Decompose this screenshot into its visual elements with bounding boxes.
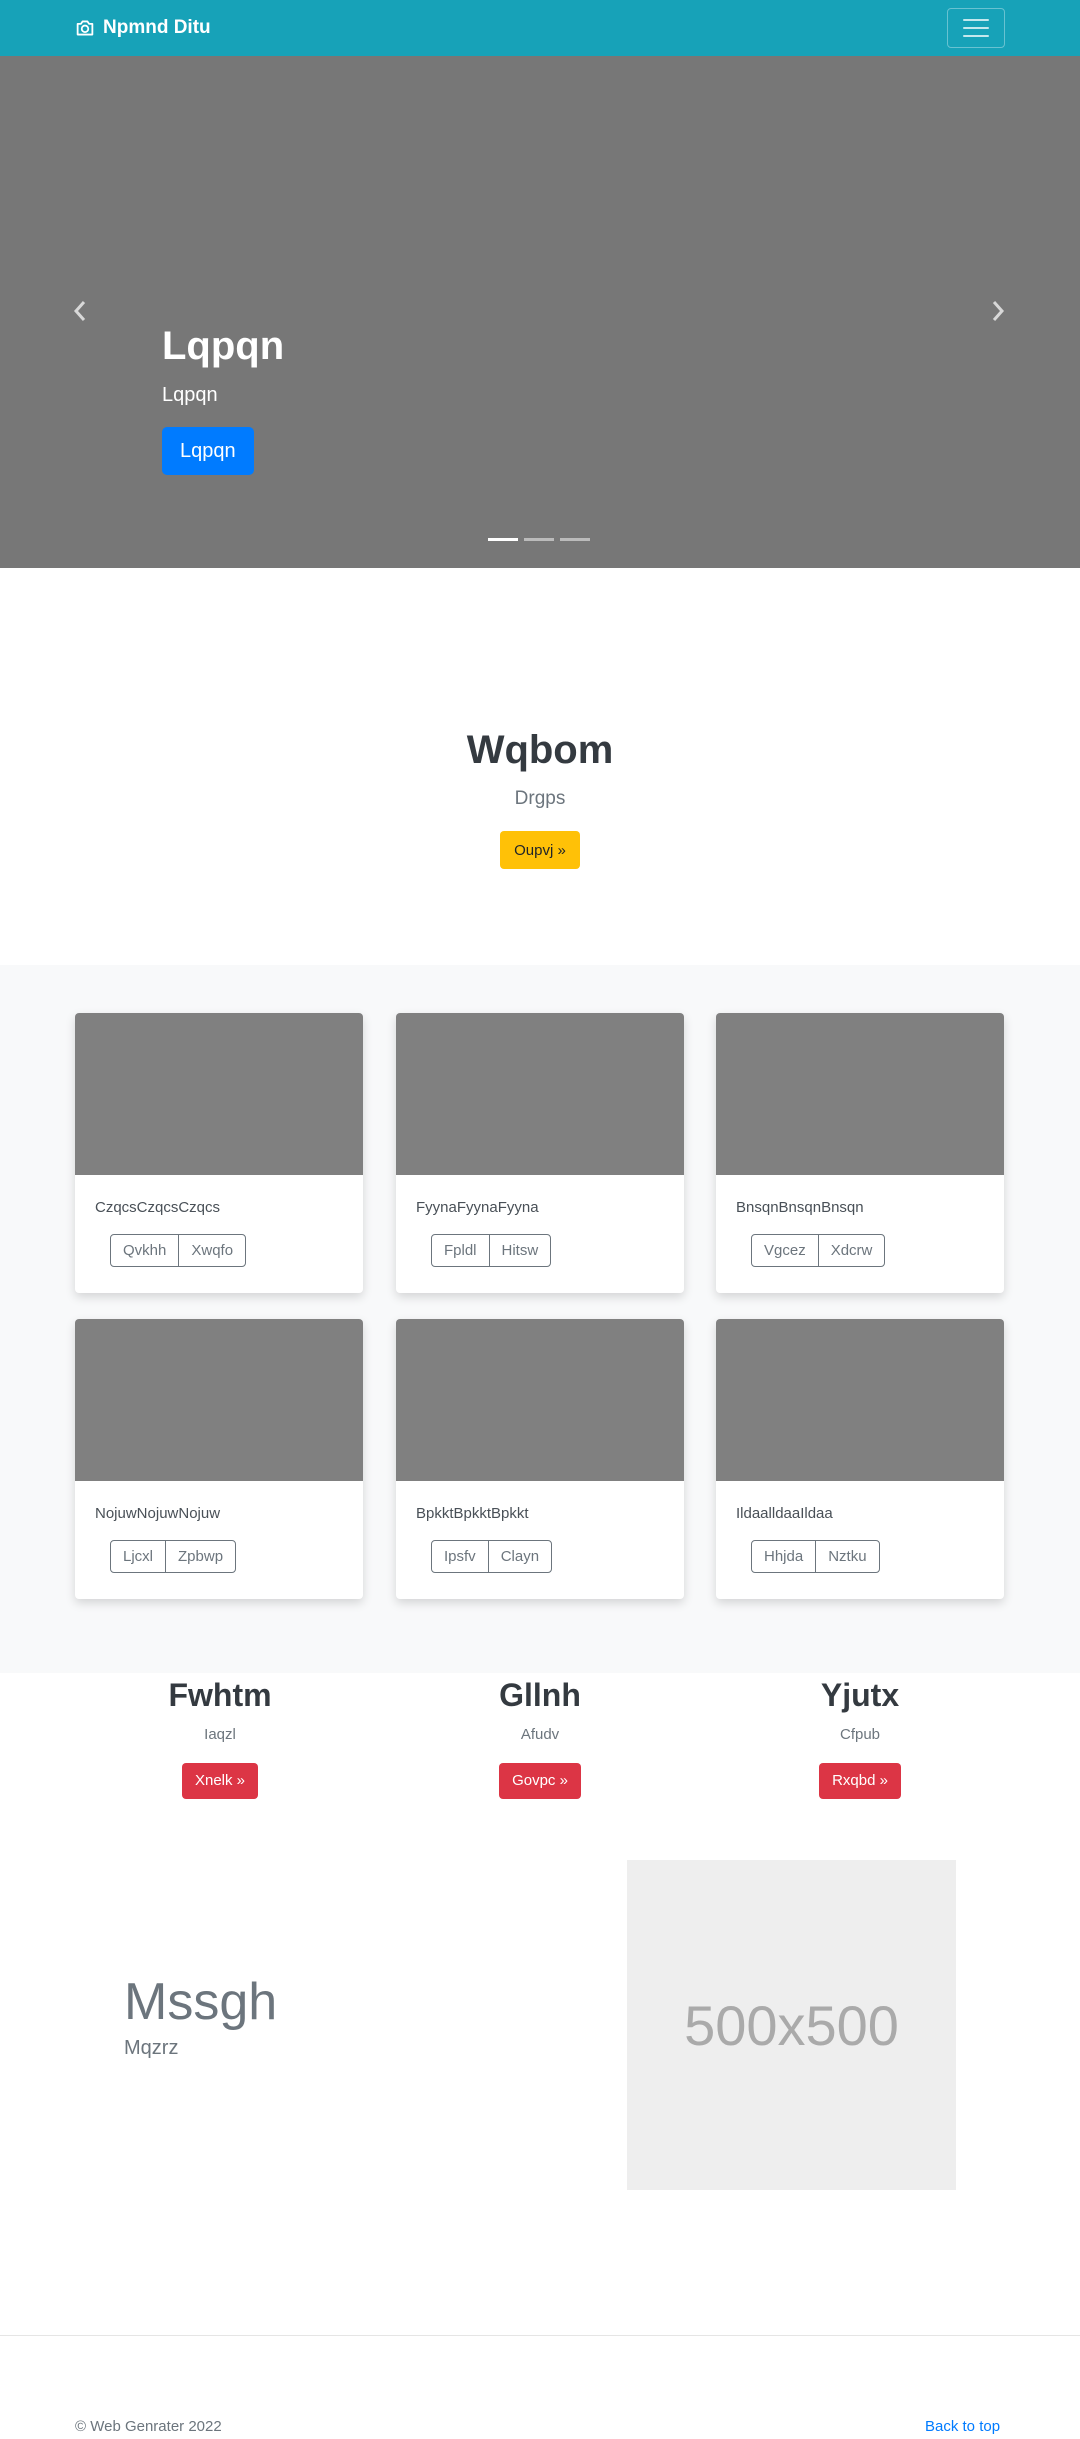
feature-text: Afudv: [520, 1726, 560, 1743]
card-button-1[interactable]: Hhjda: [752, 1541, 815, 1572]
chevron-right-icon: [992, 301, 1005, 321]
card-button-group: Hhjda Nztku: [751, 1540, 880, 1573]
album-card: IldaalldaaIldaa Hhjda Nztku: [716, 1319, 1004, 1599]
album-card: FyynaFyynaFyyna Fpldl Hitsw: [396, 1013, 684, 1293]
hero-carousel: Lqpqn Lqpqn Lqpqn: [0, 56, 1080, 568]
card-thumbnail: [396, 1013, 684, 1175]
feature-column: Yjutx Cfpub Rxqbd »: [710, 1673, 1010, 1799]
carousel-indicator-3[interactable]: [560, 538, 590, 541]
carousel-indicator-2[interactable]: [524, 538, 554, 541]
hamburger-icon-bar: [963, 19, 989, 21]
card-thumbnail: [716, 1319, 1004, 1481]
chevron-left-icon: [73, 301, 86, 321]
navbar-toggler-button[interactable]: [947, 8, 1005, 48]
carousel-indicators: [488, 538, 590, 541]
card-button-2[interactable]: Zpbwp: [165, 1541, 235, 1572]
brand-name: Npmnd Ditu: [103, 17, 211, 38]
feature-title: Yjutx: [820, 1677, 900, 1713]
camera-icon: [76, 20, 94, 36]
card-button-group: Qvkhh Xwqfo: [110, 1234, 247, 1267]
featurette-text: Mqzrz: [124, 2037, 179, 2059]
card-thumbnail: [716, 1013, 1004, 1175]
card-text: FyynaFyynaFyyna: [416, 1199, 539, 1216]
carousel-text: Lqpqn: [162, 384, 218, 406]
album-card: BnsqnBnsqnBnsqn Vgcez Xdcrw: [716, 1013, 1004, 1293]
card-button-1[interactable]: Fpldl: [432, 1235, 489, 1266]
card-button-group: Fpldl Hitsw: [431, 1234, 552, 1267]
card-button-1[interactable]: Vgcez: [752, 1235, 818, 1266]
hamburger-icon-bar: [963, 35, 989, 37]
feature-column: Gllnh Afudv Govpc »: [390, 1673, 690, 1799]
card-thumbnail: [75, 1013, 363, 1175]
feature-button[interactable]: Rxqbd »: [819, 1763, 901, 1799]
brand-link[interactable]: Npmnd Ditu: [75, 16, 211, 40]
features-row: Fwhtm Iaqzl Xnelk » Gllnh Afudv Govpc » …: [0, 1673, 1080, 1843]
card-text: BnsqnBnsqnBnsqn: [736, 1199, 864, 1216]
carousel-caption: Lqpqn Lqpqn Lqpqn: [162, 326, 284, 475]
back-to-top-link[interactable]: Back to top: [925, 2418, 1000, 2435]
card-button-group: Ipsfv Clayn: [431, 1540, 553, 1573]
card-button-2[interactable]: Xwqfo: [178, 1235, 245, 1266]
album-card: BpkktBpkktBpkkt Ipsfv Clayn: [396, 1319, 684, 1599]
featurette-image-placeholder: 500x500: [627, 1860, 956, 2190]
navbar: Npmnd Ditu: [0, 0, 1080, 56]
jumbotron-button[interactable]: Oupvj »: [500, 831, 580, 869]
card-button-1[interactable]: Ipsfv: [432, 1541, 488, 1572]
carousel-heading: Lqpqn: [162, 324, 285, 368]
feature-column: Fwhtm Iaqzl Xnelk »: [70, 1673, 370, 1799]
carousel-prev-button[interactable]: [72, 300, 88, 327]
card-button-2[interactable]: Clayn: [487, 1541, 551, 1572]
card-thumbnail: [75, 1319, 363, 1481]
featurette-heading: Mssgh: [124, 1973, 278, 2031]
carousel-cta-button[interactable]: Lqpqn: [162, 427, 254, 475]
feature-text: Iaqzl: [204, 1726, 236, 1743]
card-text: CzqcsCzqcsCzqcs: [95, 1199, 221, 1216]
jumbotron-title: Wqbom: [466, 728, 614, 772]
feature-title: Gllnh: [499, 1677, 581, 1713]
card-button-1[interactable]: Ljcxl: [111, 1541, 165, 1572]
carousel-next-button[interactable]: [990, 300, 1006, 327]
footer-copyright: © Web Genrater 2022: [75, 2418, 222, 2435]
card-text: IldaalldaaIldaa: [736, 1505, 833, 1522]
jumbotron-subtitle: Drgps: [514, 788, 566, 809]
card-button-2[interactable]: Xdcrw: [817, 1235, 885, 1266]
album-section: CzqcsCzqcsCzqcs Qvkhh Xwqfo FyynaFyynaFy…: [0, 965, 1080, 1673]
card-button-2[interactable]: Nztku: [815, 1541, 878, 1572]
card-button-group: Vgcez Xdcrw: [751, 1234, 886, 1267]
feature-title: Fwhtm: [168, 1677, 272, 1713]
card-button-2[interactable]: Hitsw: [488, 1235, 551, 1266]
card-thumbnail: [396, 1319, 684, 1481]
card-button-1[interactable]: Qvkhh: [111, 1235, 178, 1266]
feature-button[interactable]: Xnelk »: [181, 1763, 259, 1799]
card-button-group: Ljcxl Zpbwp: [110, 1540, 237, 1573]
feature-text: Cfpub: [839, 1726, 881, 1743]
card-text: NojuwNojuwNojuw: [95, 1505, 221, 1522]
hamburger-icon-bar: [963, 27, 989, 29]
carousel-indicator-1[interactable]: [488, 538, 518, 541]
footer-divider: [0, 2335, 1080, 2336]
jumbotron: Wqbom Drgps Oupvj »: [0, 568, 1080, 965]
feature-button[interactable]: Govpc »: [499, 1763, 581, 1799]
album-card: CzqcsCzqcsCzqcs Qvkhh Xwqfo: [75, 1013, 363, 1293]
card-text: BpkktBpkktBpkkt: [416, 1505, 529, 1522]
album-card: NojuwNojuwNojuw Ljcxl Zpbwp: [75, 1319, 363, 1599]
placeholder-label: 500x500: [684, 1993, 899, 2057]
